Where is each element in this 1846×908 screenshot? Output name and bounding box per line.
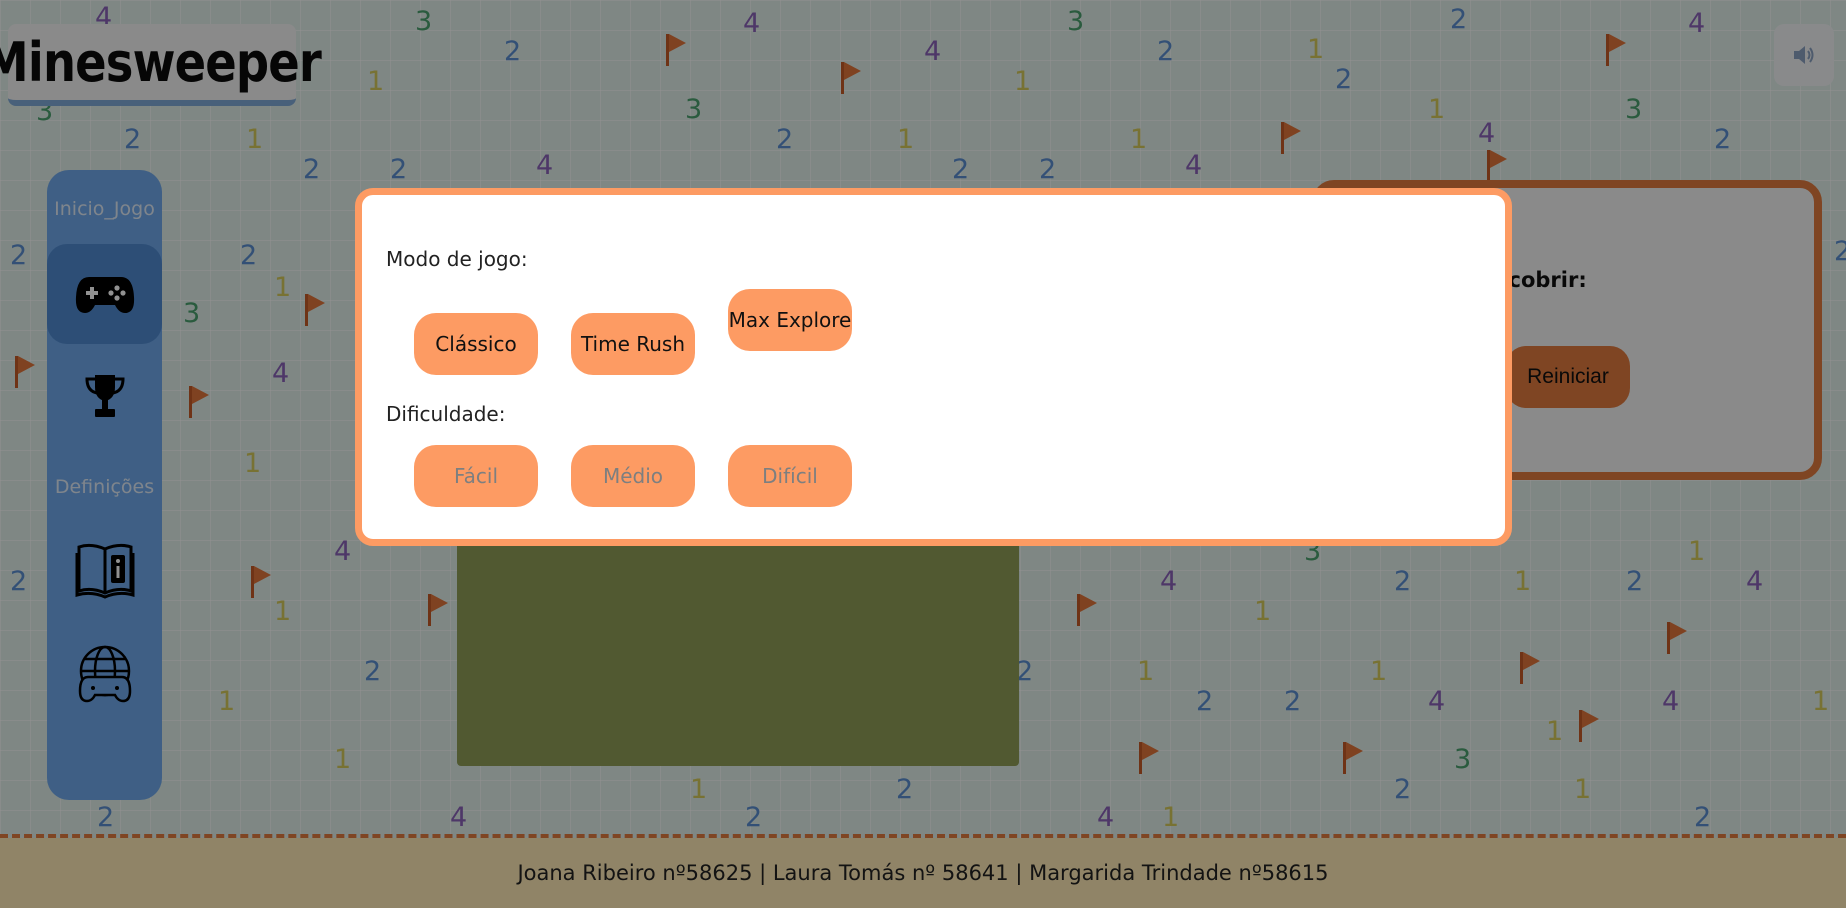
difficulty-label: Dificuldade:	[386, 402, 506, 426]
difficulty-hard-button[interactable]: Difícil	[728, 445, 852, 507]
mode-time-rush-button[interactable]: Time Rush	[571, 313, 695, 375]
difficulty-easy-button[interactable]: Fácil	[414, 445, 538, 507]
game-settings-modal: Modo de jogo: Clássico Time Rush Max Exp…	[355, 188, 1512, 546]
mode-max-explore-button[interactable]: Max Explore	[728, 289, 852, 351]
difficulty-medium-button[interactable]: Médio	[571, 445, 695, 507]
mode-classic-button[interactable]: Clássico	[414, 313, 538, 375]
mode-label: Modo de jogo:	[386, 247, 528, 271]
